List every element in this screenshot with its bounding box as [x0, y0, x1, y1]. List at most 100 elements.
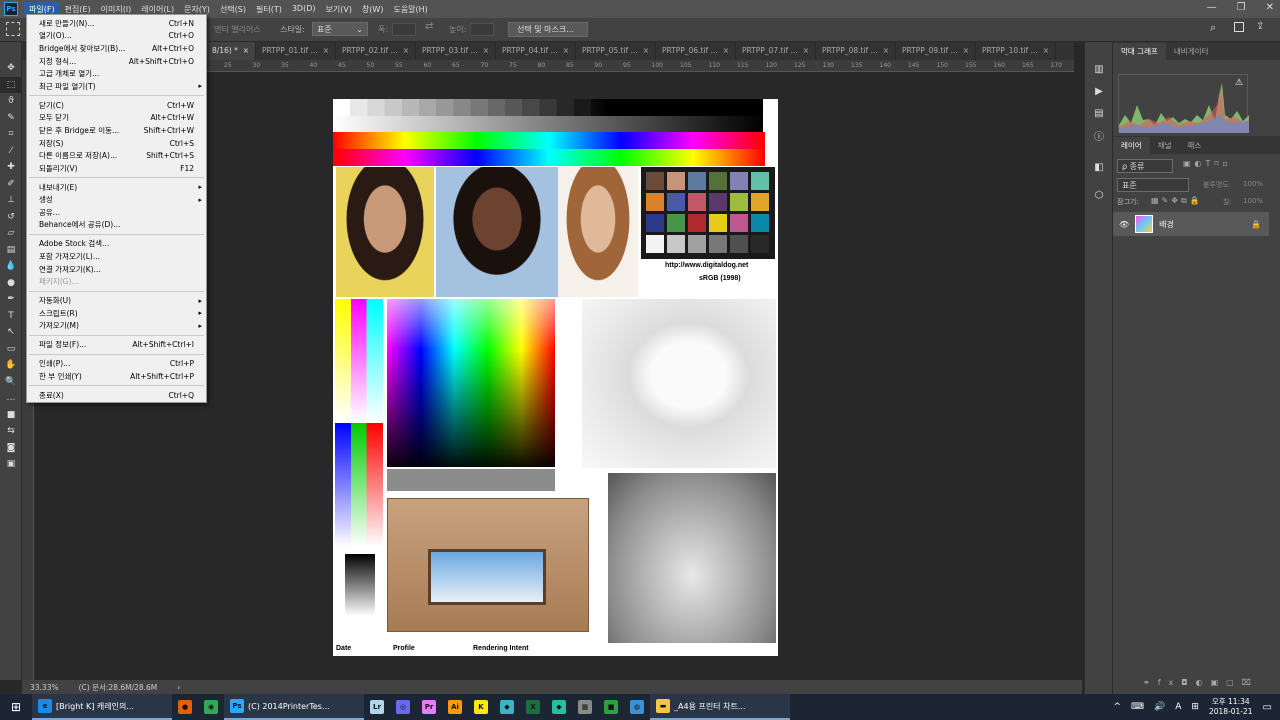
screen-mode-icon[interactable]: ▣ [0, 456, 22, 473]
tab-channels[interactable]: 채널 [1150, 137, 1180, 154]
tray-icon[interactable]: ⌨ [1131, 702, 1144, 712]
document-tab[interactable]: PRTPP_07.tif ... × [736, 42, 816, 60]
tray-icon[interactable]: ^ [1113, 702, 1121, 712]
tab-close-icon[interactable]: × [803, 46, 809, 56]
taskbar-app[interactable]: K [468, 694, 494, 720]
file-menu-item[interactable]: 포함 가져오기(L)... [27, 250, 206, 263]
taskbar-app[interactable]: ▦ [572, 694, 598, 720]
lock-icons[interactable]: ▦✎✥⧉🔒 [1151, 196, 1203, 206]
windows-start-icon[interactable]: ⊞ [0, 694, 32, 720]
status-arrow-icon[interactable]: › [177, 683, 180, 692]
file-menu-item[interactable]: 열기(O)... Ctrl+O [27, 30, 206, 43]
file-menu-item[interactable]: 고급 개체로 열기... [27, 67, 206, 80]
tab-close-icon[interactable]: × [483, 46, 489, 56]
taskbar-app[interactable]: Ps (C) 2014PrinterTes... [224, 694, 364, 720]
tab-layers[interactable]: 레이어 [1113, 136, 1150, 154]
file-menu-item[interactable]: 종료(X) Ctrl+Q [27, 389, 206, 402]
visibility-eye-icon[interactable]: 👁 [1119, 220, 1129, 229]
healing-brush-icon[interactable]: ✚ [0, 159, 22, 176]
document-tab[interactable]: PRTPP_08.tif ... × [816, 42, 896, 60]
dodge-tool-icon[interactable]: ● [0, 275, 22, 292]
move-tool-icon[interactable]: ✥ [0, 60, 22, 77]
eyedropper-icon[interactable]: ⁄ [0, 143, 22, 160]
file-menu-item[interactable]: Behance에서 공유(D)... [27, 219, 206, 232]
menu-6[interactable]: 필터(T) [251, 2, 287, 17]
tray-icon[interactable]: 🔊 [1154, 702, 1165, 712]
height-field[interactable] [470, 23, 494, 36]
actions-play-icon[interactable]: ▶ [1085, 80, 1113, 102]
taskbar-app[interactable]: ◍ [624, 694, 650, 720]
zoom-level[interactable]: 33.33% [30, 683, 59, 692]
file-menu-item[interactable]: 다른 이름으로 저장(A)... Shift+Ctrl+S [27, 149, 206, 162]
info-icon[interactable]: ⓘ [1085, 124, 1113, 146]
file-menu-item[interactable]: 인쇄(P)... Ctrl+P [27, 358, 206, 371]
document-tab[interactable]: 8/16) * × [206, 42, 256, 60]
workspace-icon[interactable] [1234, 22, 1244, 32]
taskbar-app[interactable]: ◉ [198, 694, 224, 720]
taskbar-app[interactable]: ● [172, 694, 198, 720]
file-menu-item[interactable]: 파일 정보(F)... Alt+Shift+Ctrl+I [27, 339, 206, 352]
tab-close-icon[interactable]: × [963, 46, 969, 56]
document-tab[interactable]: PRTPP_10.tif ... × [976, 42, 1056, 60]
close-button[interactable]: ✕ [1266, 2, 1274, 13]
layers-panel-icon[interactable]: ◧ [1085, 156, 1113, 178]
restore-button[interactable]: ❐ [1237, 2, 1246, 13]
3d-panel-icon[interactable]: ⬡ [1085, 184, 1113, 206]
filter-icons[interactable]: ▣◐T⌑▫ [1183, 159, 1232, 168]
layer-row-background[interactable]: 👁 배경 🔒 [1113, 212, 1269, 236]
tab-close-icon[interactable]: × [243, 46, 249, 56]
quick-mask-icon[interactable]: ◙ [0, 440, 22, 457]
taskbar-app[interactable]: X [520, 694, 546, 720]
file-menu-item[interactable]: 닫기(C) Ctrl+W [27, 99, 206, 112]
file-menu-item[interactable]: 생성 [27, 193, 206, 206]
file-menu-item[interactable]: 연결 가져오기(K)... [27, 263, 206, 276]
tab-paths[interactable]: 패스 [1180, 137, 1210, 154]
taskbar-app[interactable]: Pr [416, 694, 442, 720]
tab-histogram[interactable]: 막대 그래프 [1113, 42, 1166, 60]
file-menu-item[interactable]: 되돌리기(V) F12 [27, 162, 206, 175]
colors-icon[interactable]: ■ [0, 407, 22, 424]
file-menu-item[interactable]: 스크립트(R) [27, 307, 206, 320]
document-tab[interactable]: PRTPP_09.tif ... × [896, 42, 976, 60]
blend-mode-select[interactable]: 표준 [1117, 178, 1189, 192]
menu-9[interactable]: 창(W) [357, 2, 389, 17]
file-menu-item[interactable]: Adobe Stock 검색... [27, 238, 206, 251]
search-icon[interactable]: ⌕ [1210, 21, 1216, 35]
menu-5[interactable]: 선택(S) [215, 2, 251, 17]
lasso-tool-icon[interactable]: ϑ [0, 93, 22, 110]
document-tab[interactable]: PRTPP_03.tif ... × [416, 42, 496, 60]
marquee-preset-icon[interactable] [6, 22, 20, 36]
taskbar-app[interactable]: ◎ [390, 694, 416, 720]
notification-icon[interactable]: ▭ [1263, 702, 1272, 713]
hand-tool-icon[interactable]: ✋ [0, 357, 22, 374]
document-tab[interactable]: PRTPP_06.tif ... × [656, 42, 736, 60]
tab-close-icon[interactable]: × [1043, 46, 1049, 56]
quick-select-icon[interactable]: ✎ [0, 110, 22, 127]
document-tab[interactable]: PRTPP_05.tif ... × [576, 42, 656, 60]
file-menu-item[interactable]: 한 부 인쇄(Y) Alt+Shift+Ctrl+P [27, 370, 206, 383]
marquee-tool-icon[interactable]: ⬚ [0, 76, 22, 93]
tab-close-icon[interactable]: × [563, 46, 569, 56]
blur-tool-icon[interactable]: 💧 [0, 258, 22, 275]
tab-close-icon[interactable]: × [403, 46, 409, 56]
document-tab[interactable]: PRTPP_01.tif ... × [256, 42, 336, 60]
taskbar-app[interactable]: ◆ [494, 694, 520, 720]
tab-close-icon[interactable]: × [323, 46, 329, 56]
shape-tool-icon[interactable]: ▭ [0, 341, 22, 358]
taskbar-app[interactable]: Lr [364, 694, 390, 720]
width-field[interactable] [392, 23, 416, 36]
crop-tool-icon[interactable]: ⌗ [0, 126, 22, 143]
type-tool-icon[interactable]: T [0, 308, 22, 325]
menu-8[interactable]: 보기(V) [321, 2, 357, 17]
document-canvas[interactable]: http://www.digitaldog.net sRGB (1998) Da… [333, 99, 778, 656]
tray-icon[interactable]: ⊞ [1191, 702, 1199, 712]
file-menu-item[interactable]: 닫은 후 Bridge로 이동... Shift+Ctrl+W [27, 124, 206, 137]
file-menu-item[interactable]: 새로 만들기(N)... Ctrl+N [27, 17, 206, 30]
taskbar-app[interactable]: Ai [442, 694, 468, 720]
tab-close-icon[interactable]: × [643, 46, 649, 56]
tab-close-icon[interactable]: × [883, 46, 889, 56]
kind-filter[interactable]: ρ 종류 [1117, 159, 1173, 173]
layer-panel-footer-icons[interactable]: ⚭fx◘◐▣▢⌧ [1143, 678, 1259, 687]
histogram-panel-icon[interactable]: ▥ [1085, 58, 1113, 80]
minimize-button[interactable]: — [1207, 2, 1217, 13]
